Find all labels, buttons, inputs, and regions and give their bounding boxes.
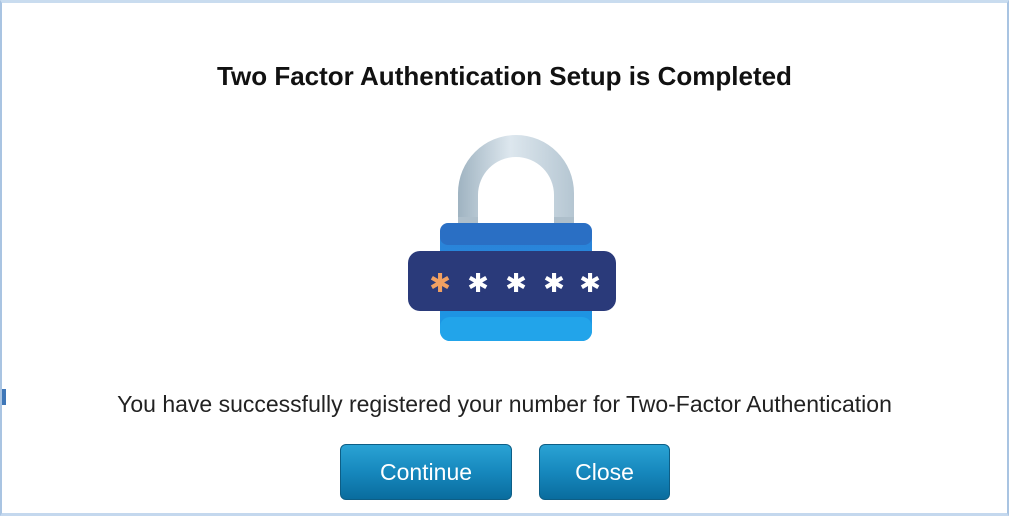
- success-message: You have successfully registered your nu…: [117, 391, 892, 417]
- continue-button[interactable]: Continue: [340, 444, 512, 500]
- svg-text:✱: ✱: [467, 269, 489, 299]
- svg-text:✱: ✱: [505, 269, 527, 299]
- setup-complete-dialog: Two Factor Authentication Setup is Compl…: [0, 0, 1009, 516]
- svg-text:✱: ✱: [429, 269, 451, 299]
- close-button[interactable]: Close: [539, 444, 670, 500]
- svg-text:✱: ✱: [543, 269, 565, 299]
- svg-text:✱: ✱: [579, 269, 601, 299]
- padlock-password-icon: ✱ ✱ ✱ ✱ ✱: [406, 131, 626, 346]
- dialog-title: Two Factor Authentication Setup is Compl…: [217, 61, 792, 91]
